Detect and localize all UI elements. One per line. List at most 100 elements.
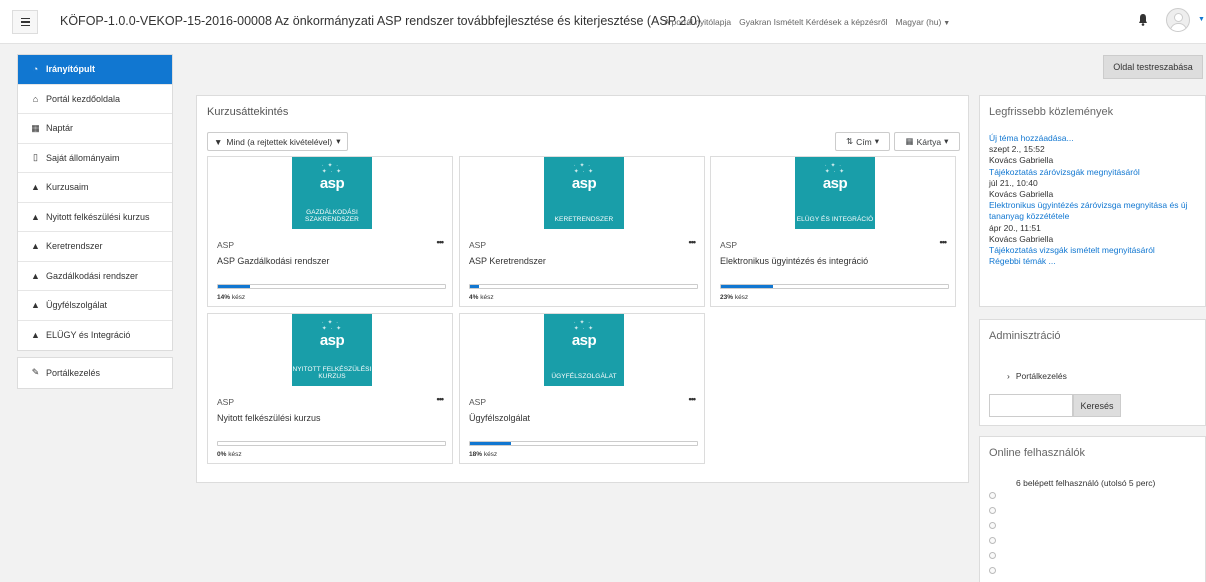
online-title: Online felhasználók [989, 447, 1086, 459]
sidebar-item-course-customer-service[interactable]: ▲ Ügyfélszolgálat [18, 291, 172, 321]
user-avatar-icon[interactable] [989, 567, 996, 574]
admin-block: Adminisztráció › Portálkezelés Keresés [979, 319, 1206, 426]
progress-text: 23% kész [720, 294, 749, 301]
more-icon[interactable]: ••• [689, 237, 697, 247]
asp-logo: asp [319, 175, 345, 192]
course-image[interactable]: · ✦ · ✦ · ✦ asp ÜGYFÉLSZOLGÁLAT [544, 314, 624, 386]
sidebar-item-my-courses[interactable]: ▲ Kurzusaim [18, 173, 172, 203]
sidebar-item-course-open[interactable]: ▲ Nyitott felkészülési kurzus [18, 203, 172, 232]
more-icon[interactable]: ••• [689, 394, 697, 404]
progress-bar [217, 284, 446, 289]
user-menu-caret-icon[interactable]: ▼ [1198, 16, 1205, 23]
progress-text: 14% kész [217, 294, 246, 301]
news-item-link[interactable]: Tájékoztatás vizsgák ismételt megnyitásá… [989, 245, 1203, 256]
sidebar-item-dashboard[interactable]: ◔ Irányítópult [18, 55, 172, 85]
course-card[interactable]: · ✦ · ✦ · ✦ asp ÜGYFÉLSZOLGÁLAT ASP ••• Ü… [459, 313, 705, 464]
news-date: júl 21., 10:40 [989, 177, 1038, 188]
course-title[interactable]: ASP Gazdálkodási rendszer [217, 256, 329, 266]
course-image[interactable]: · ✦ · ✦ · ✦ asp ELÜGY ÉS INTEGRÁCIÓ [795, 157, 875, 229]
course-title[interactable]: Elektronikus ügyintézés és integráció [720, 256, 868, 266]
home-icon: ⌂ [32, 93, 39, 104]
sort-dropdown[interactable]: ⇅ Cím ▾ [835, 132, 890, 151]
portal-home-link[interactable]: A portál nyitólapja [664, 17, 731, 27]
course-filter-dropdown[interactable]: ▼ Mind (a rejtettek kivételével) ▾ [207, 132, 348, 151]
progress-fill [470, 442, 511, 445]
sort-icon: ⇅ [846, 136, 854, 146]
graduation-cap-icon: ▲ [31, 300, 40, 311]
user-avatar-icon[interactable] [989, 552, 996, 559]
more-icon[interactable]: ••• [437, 237, 445, 247]
course-category: ASP [217, 397, 235, 407]
asp-logo: asp [822, 175, 848, 192]
stars-icon: · ✦ · ✦ · ✦ [824, 163, 846, 175]
user-avatar-icon[interactable] [989, 522, 996, 529]
sidebar-item-course-finance[interactable]: ▲ Gazdálkodási rendszer [18, 262, 172, 291]
news-author: Kovács Gabriella [989, 233, 1054, 244]
stars-icon: · ✦ · ✦ · ✦ [321, 163, 343, 175]
site-title[interactable]: KÖFOP-1.0.0-VEKOP-15-2016-00008 Az önkor… [60, 14, 701, 28]
user-avatar-icon[interactable] [989, 507, 996, 514]
course-image[interactable]: · ✦ · ✦ · ✦ asp NYITOTT FELKÉSZÜLÉSI KURZ… [292, 314, 372, 386]
graduation-cap-icon: ▲ [31, 270, 40, 281]
course-card[interactable]: · ✦ · ✦ · ✦ asp GAZDÁLKODÁSI SZAKRENDSZER… [207, 156, 453, 307]
progress-bar [469, 441, 698, 446]
progress-fill [721, 285, 774, 288]
course-title[interactable]: Ügyfélszolgálat [469, 413, 530, 423]
course-image-text: ELÜGY ÉS INTEGRÁCIÓ [796, 216, 874, 223]
faq-link[interactable]: Gyakran Ismételt Kérdések a képzésről [739, 17, 887, 27]
sidebar-item-site-admin[interactable]: ✎ Portálkezelés [18, 358, 172, 388]
stars-icon: · ✦ · ✦ · ✦ [573, 320, 595, 332]
sidebar-item-portal-home[interactable]: ⌂ Portál kezdőoldala [18, 85, 172, 114]
course-image-text: ÜGYFÉLSZOLGÁLAT [551, 373, 617, 380]
progress-bar [217, 441, 446, 446]
older-topics-link[interactable]: Régebbi témák ... [989, 256, 1203, 267]
language-menu[interactable]: Magyar (hu) ▼ [895, 17, 950, 27]
course-category: ASP [469, 397, 487, 407]
course-card[interactable]: · ✦ · ✦ · ✦ asp NYITOTT FELKÉSZÜLÉSI KURZ… [207, 313, 453, 464]
news-item-link[interactable]: Tájékoztatás záróvizsgák megnyitásáról [989, 167, 1203, 178]
progress-bar [720, 284, 949, 289]
stars-icon: · ✦ · ✦ · ✦ [573, 163, 595, 175]
avatar[interactable] [1166, 8, 1190, 32]
course-title[interactable]: Nyitott felkészülési kurzus [217, 413, 321, 423]
course-category: ASP [720, 240, 738, 250]
user-avatar-icon[interactable] [989, 537, 996, 544]
sidebar-item-course-framework[interactable]: ▲ Keretrendszer [18, 232, 172, 262]
admin-search-input[interactable] [989, 394, 1073, 417]
news-item-link[interactable]: Elektronikus ügyintézés záróvizsga megny… [989, 200, 1203, 222]
course-title[interactable]: ASP Keretrendszer [469, 256, 546, 266]
graduation-cap-icon: ▲ [31, 211, 40, 222]
course-overview-block: Kurzusáttekintés ▼ Mind (a rejtettek kiv… [196, 95, 969, 483]
sidebar-item-calendar[interactable]: ▦ Naptár [18, 114, 172, 144]
sidebar-main-group: ◔ Irányítópult ⌂ Portál kezdőoldala ▦ Na… [17, 54, 173, 351]
sidebar-item-private-files[interactable]: ▯ Saját állományaim [18, 144, 172, 173]
course-image[interactable]: · ✦ · ✦ · ✦ asp KERETRENDSZER [544, 157, 624, 229]
menu-toggle-button[interactable] [12, 10, 38, 34]
news-title: Legfrissebb közlemények [989, 106, 1114, 118]
chevron-down-icon: ▾ [336, 136, 341, 146]
stars-icon: · ✦ · ✦ · ✦ [321, 320, 343, 332]
add-topic-link[interactable]: Új téma hozzáadása... [989, 133, 1203, 144]
online-users-block: Online felhasználók 6 belépett felhaszná… [979, 436, 1206, 582]
sidebar-item-course-elugy[interactable]: ▲ ELÜGY és Integráció [18, 321, 172, 351]
course-image[interactable]: · ✦ · ✦ · ✦ asp GAZDÁLKODÁSI SZAKRENDSZER [292, 157, 372, 229]
admin-search-button[interactable]: Keresés [1073, 394, 1121, 417]
user-avatar-icon[interactable] [989, 492, 996, 499]
course-card[interactable]: · ✦ · ✦ · ✦ asp KERETRENDSZER ASP ••• ASP… [459, 156, 705, 307]
course-card[interactable]: · ✦ · ✦ · ✦ asp ELÜGY ÉS INTEGRÁCIÓ ASP •… [710, 156, 956, 307]
customize-page-button[interactable]: Oldal testreszabása [1103, 55, 1203, 79]
more-icon[interactable]: ••• [437, 394, 445, 404]
bell-icon[interactable] [1138, 13, 1148, 27]
course-image-text: GAZDÁLKODÁSI SZAKRENDSZER [305, 209, 359, 223]
dashboard-icon: ◔ [32, 64, 39, 75]
admin-item-site-admin[interactable]: › Portálkezelés [1007, 371, 1067, 381]
course-image-text: NYITOTT FELKÉSZÜLÉSI KURZUS [292, 366, 372, 380]
course-image-text: KERETRENDSZER [554, 216, 614, 223]
more-icon[interactable]: ••• [940, 237, 948, 247]
progress-bar [469, 284, 698, 289]
view-dropdown[interactable]: ▦ Kártya ▾ [894, 132, 960, 151]
progress-text: 4% kész [469, 294, 494, 301]
grid-icon: ▦ [905, 136, 914, 146]
chevron-down-icon: ▼ [943, 20, 951, 27]
news-author: Kovács Gabriella [989, 189, 1054, 200]
